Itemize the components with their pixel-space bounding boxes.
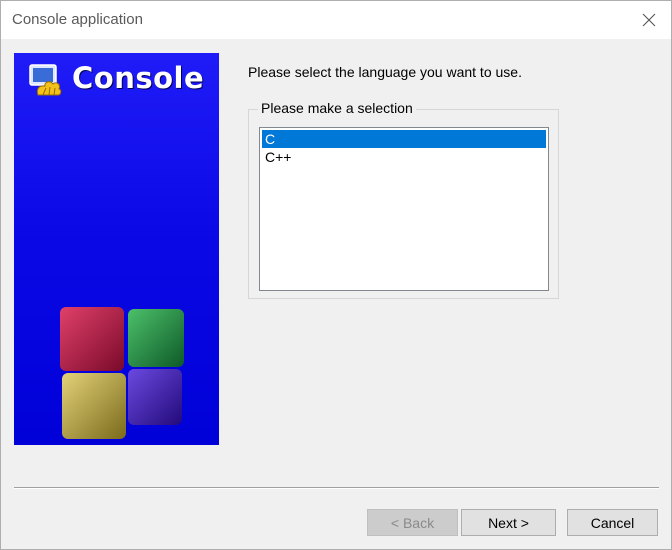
footer-separator	[14, 487, 659, 489]
purple-cube	[128, 369, 182, 425]
language-option-c[interactable]: C	[262, 130, 546, 148]
banner-title: Console	[72, 61, 205, 95]
console-wizard-icon	[29, 64, 62, 96]
close-button[interactable]	[627, 1, 671, 39]
title-bar: Console application	[1, 1, 671, 39]
cubes-logo	[60, 307, 184, 439]
yellow-cube	[62, 373, 126, 439]
groupbox-label: Please make a selection	[258, 100, 416, 116]
close-icon	[642, 13, 656, 27]
red-cube	[60, 307, 124, 371]
wizard-window: Console application Console Please selec…	[0, 0, 672, 550]
green-cube	[128, 309, 184, 367]
prompt-text: Please select the language you want to u…	[248, 64, 522, 80]
back-button[interactable]: < Back	[367, 509, 458, 536]
wizard-banner: Console	[14, 53, 219, 445]
cancel-button[interactable]: Cancel	[567, 509, 658, 536]
window-title: Console application	[12, 11, 143, 28]
next-button[interactable]: Next >	[461, 509, 556, 536]
language-option-cpp[interactable]: C++	[262, 148, 546, 166]
language-listbox[interactable]: C C++	[259, 127, 549, 291]
